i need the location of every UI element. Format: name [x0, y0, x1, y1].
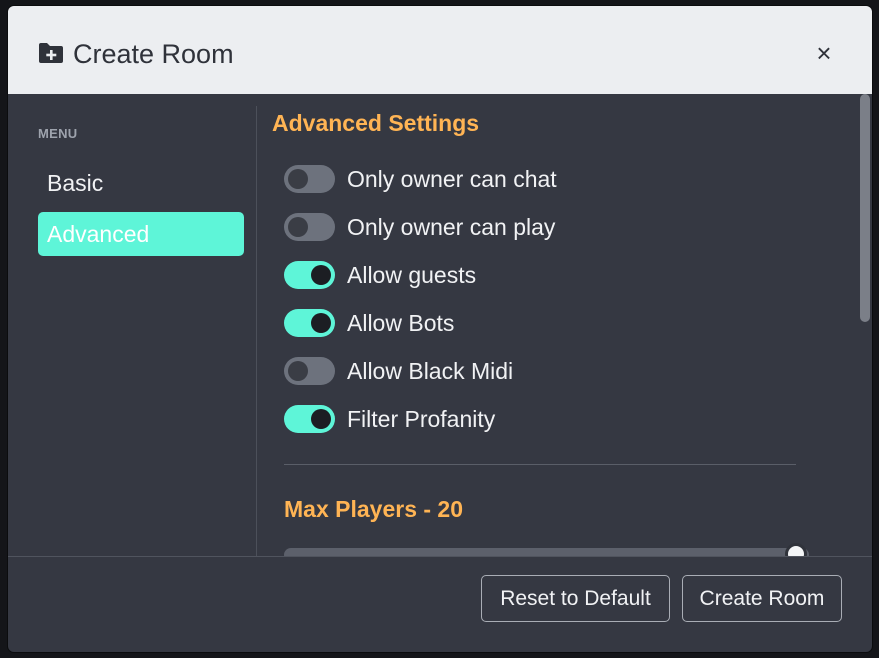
toggle-row-filter-profanity[interactable]: Filter Profanity: [284, 403, 824, 435]
toggle-switch[interactable]: [284, 405, 335, 433]
dialog-title: Create Room: [73, 39, 234, 69]
toggle-switch[interactable]: [284, 213, 335, 241]
toggle-switch[interactable]: [284, 165, 335, 193]
section-title-advanced: Advanced Settings: [272, 110, 480, 136]
max-players-slider[interactable]: [284, 548, 809, 556]
close-icon: ×: [816, 38, 832, 68]
menu-heading: MENU: [38, 126, 78, 141]
folder-plus-icon: [39, 43, 63, 63]
toggle-switch[interactable]: [284, 357, 335, 385]
toggle-knob: [311, 265, 331, 285]
toggle-knob: [311, 313, 331, 333]
toggle-row-allow-bots[interactable]: Allow Bots: [284, 307, 824, 339]
toggle-label: Allow guests: [347, 262, 477, 288]
toggle-row-owner-chat[interactable]: Only owner can chat: [284, 163, 824, 195]
advanced-settings-panel: Advanced Settings Only owner can chat On…: [257, 94, 860, 556]
sidebar-menu: MENU Basic Advanced: [8, 94, 256, 556]
sidebar-item-label: Basic: [47, 170, 104, 196]
dialog-header: Create Room ×: [8, 6, 872, 94]
sidebar-item-advanced[interactable]: Advanced: [38, 212, 244, 256]
toggle-row-allow-black-midi[interactable]: Allow Black Midi: [284, 355, 824, 387]
section-divider: [284, 464, 796, 465]
content-scrollbar[interactable]: [860, 94, 870, 322]
toggle-switch[interactable]: [284, 309, 335, 337]
toggle-knob: [311, 409, 331, 429]
sidebar-item-label: Advanced: [47, 221, 150, 247]
toggle-knob: [288, 361, 308, 381]
close-button[interactable]: ×: [810, 40, 838, 68]
create-room-button[interactable]: Create Room: [682, 575, 842, 622]
toggle-label: Allow Bots: [347, 310, 455, 336]
toggle-label: Allow Black Midi: [347, 358, 514, 384]
toggle-switch[interactable]: [284, 261, 335, 289]
toggle-label: Only owner can play: [347, 214, 556, 240]
toggle-row-owner-play[interactable]: Only owner can play: [284, 211, 824, 243]
max-players-label: Max Players - 20: [284, 496, 464, 522]
reset-to-default-button[interactable]: Reset to Default: [481, 575, 670, 622]
toggle-label: Filter Profanity: [347, 406, 496, 432]
toggle-knob: [288, 169, 308, 189]
dialog-footer: Reset to Default Create Room: [8, 557, 872, 652]
toggle-knob: [288, 217, 308, 237]
max-players-slider-thumb[interactable]: [785, 543, 807, 556]
create-room-dialog: Create Room × MENU Basic Advanced Advanc…: [8, 6, 872, 652]
toggle-label: Only owner can chat: [347, 166, 557, 192]
toggle-row-allow-guests[interactable]: Allow guests: [284, 259, 824, 291]
sidebar-item-basic[interactable]: Basic: [38, 161, 244, 205]
